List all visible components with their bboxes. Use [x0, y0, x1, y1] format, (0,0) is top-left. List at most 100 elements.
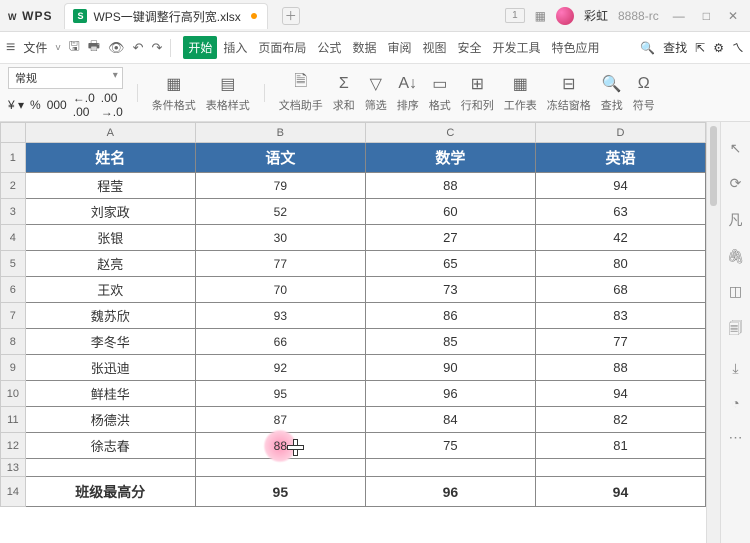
- cell[interactable]: [365, 459, 535, 477]
- cell[interactable]: 85: [365, 329, 535, 355]
- cell[interactable]: 94: [535, 173, 705, 199]
- avatar[interactable]: [556, 7, 574, 25]
- cell[interactable]: 94: [535, 477, 705, 507]
- cell[interactable]: 77: [535, 329, 705, 355]
- col-header-c[interactable]: C: [365, 123, 535, 143]
- row-header[interactable]: 11: [1, 407, 26, 433]
- table-style-button[interactable]: ▤表格样式: [206, 73, 250, 113]
- style-panel-icon[interactable]: 凡: [729, 210, 743, 230]
- tab-data[interactable]: 数据: [347, 36, 381, 59]
- row-header[interactable]: 7: [1, 303, 26, 329]
- settings-icon[interactable]: ⚙: [713, 41, 724, 55]
- doc-helper-button[interactable]: 🗎文档助手: [279, 73, 323, 113]
- comma-button[interactable]: 000: [47, 98, 67, 112]
- backup-icon[interactable]: 🗐: [729, 318, 743, 342]
- notification-count[interactable]: 1: [505, 8, 525, 23]
- select-all-corner[interactable]: [1, 123, 26, 143]
- search-icon[interactable]: 🔍: [640, 41, 655, 55]
- dropdown-icon[interactable]: ⅴ: [55, 42, 60, 53]
- cell[interactable]: 张银: [25, 225, 195, 251]
- cell[interactable]: 27: [365, 225, 535, 251]
- undo-icon[interactable]: ↶: [133, 40, 144, 56]
- cell[interactable]: 86: [365, 303, 535, 329]
- file-menu[interactable]: 文件: [19, 39, 51, 56]
- cell[interactable]: 81: [535, 433, 705, 459]
- worksheet-button[interactable]: ▦工作表: [504, 73, 537, 113]
- sum-button[interactable]: Σ求和: [333, 73, 355, 113]
- row-header[interactable]: 10: [1, 381, 26, 407]
- cell[interactable]: 张迅迪: [25, 355, 195, 381]
- cell[interactable]: 75: [365, 433, 535, 459]
- preview-icon[interactable]: 👁: [108, 40, 125, 56]
- col-header-a[interactable]: A: [25, 123, 195, 143]
- cell[interactable]: 96: [365, 477, 535, 507]
- property-icon[interactable]: ◫: [729, 283, 742, 300]
- filter-button[interactable]: ▽筛选: [365, 73, 387, 113]
- currency-icon[interactable]: ¥ ▾: [8, 98, 24, 112]
- tab-home[interactable]: 开始: [183, 36, 217, 59]
- row-header[interactable]: 1: [1, 143, 26, 173]
- tab-formulas[interactable]: 公式: [312, 36, 346, 59]
- cell[interactable]: 88: [195, 433, 365, 459]
- percent-button[interactable]: %: [30, 98, 41, 112]
- row-header[interactable]: 12: [1, 433, 26, 459]
- row-header[interactable]: 3: [1, 199, 26, 225]
- tab-view[interactable]: 视图: [417, 36, 451, 59]
- spreadsheet-grid[interactable]: A B C D 1 姓名 语文 数学 英语 2 程莹 79 88 943 刘家政…: [0, 122, 706, 543]
- number-format-combo[interactable]: 常规: [8, 67, 123, 89]
- cell[interactable]: 语文: [195, 143, 365, 173]
- export-icon[interactable]: ⤓: [732, 360, 738, 377]
- increase-decimal-button[interactable]: ←.0.00: [73, 91, 95, 119]
- save-icon[interactable]: 🖫: [69, 37, 80, 59]
- cell[interactable]: 赵亮: [25, 251, 195, 277]
- cell[interactable]: 88: [365, 173, 535, 199]
- cell[interactable]: 77: [195, 251, 365, 277]
- cell[interactable]: 68: [535, 277, 705, 303]
- cell[interactable]: 92: [195, 355, 365, 381]
- cell[interactable]: 63: [535, 199, 705, 225]
- col-header-b[interactable]: B: [195, 123, 365, 143]
- tab-review[interactable]: 审阅: [382, 36, 416, 59]
- cell[interactable]: 30: [195, 225, 365, 251]
- cell[interactable]: 李冬华: [25, 329, 195, 355]
- tab-insert[interactable]: 插入: [218, 36, 252, 59]
- clipboard-icon[interactable]: 🖇: [727, 248, 745, 265]
- cell[interactable]: 66: [195, 329, 365, 355]
- cell[interactable]: 52: [195, 199, 365, 225]
- row-header[interactable]: 5: [1, 251, 26, 277]
- close-icon[interactable]: ✕: [724, 9, 742, 23]
- redo-icon[interactable]: ↷: [151, 40, 162, 56]
- cell[interactable]: 刘家政: [25, 199, 195, 225]
- cell[interactable]: 60: [365, 199, 535, 225]
- vertical-scrollbar[interactable]: [706, 122, 720, 543]
- cell[interactable]: 65: [365, 251, 535, 277]
- cell[interactable]: 93: [195, 303, 365, 329]
- chart-icon[interactable]: ◔: [731, 395, 739, 411]
- conditional-format-button[interactable]: ▦条件格式: [152, 73, 196, 113]
- cell[interactable]: 96: [365, 381, 535, 407]
- cell[interactable]: [535, 459, 705, 477]
- grid-icon[interactable]: ▦: [535, 9, 546, 23]
- cell[interactable]: 80: [535, 251, 705, 277]
- cell[interactable]: 鲜桂华: [25, 381, 195, 407]
- tab-developer[interactable]: 开发工具: [488, 36, 546, 59]
- print-icon[interactable]: 🖶: [88, 37, 100, 59]
- row-header[interactable]: 13: [1, 459, 26, 477]
- tab-page-layout[interactable]: 页面布局: [253, 36, 311, 59]
- new-tab-button[interactable]: ＋: [282, 7, 300, 25]
- row-header[interactable]: 9: [1, 355, 26, 381]
- cell[interactable]: 73: [365, 277, 535, 303]
- row-col-button[interactable]: ⊞行和列: [461, 73, 494, 113]
- row-header[interactable]: 6: [1, 277, 26, 303]
- share-icon[interactable]: ⇱: [695, 41, 705, 55]
- cell[interactable]: 95: [195, 381, 365, 407]
- search-label[interactable]: 查找: [663, 39, 687, 56]
- cell[interactable]: 程莹: [25, 173, 195, 199]
- col-header-d[interactable]: D: [535, 123, 705, 143]
- more-icon[interactable]: ⋯: [729, 429, 743, 446]
- sort-button[interactable]: A↓排序: [397, 73, 419, 113]
- collapse-ribbon-icon[interactable]: ㄟ: [732, 39, 744, 56]
- cell[interactable]: 83: [535, 303, 705, 329]
- maximize-icon[interactable]: □: [699, 9, 714, 23]
- cell[interactable]: 班级最高分: [25, 477, 195, 507]
